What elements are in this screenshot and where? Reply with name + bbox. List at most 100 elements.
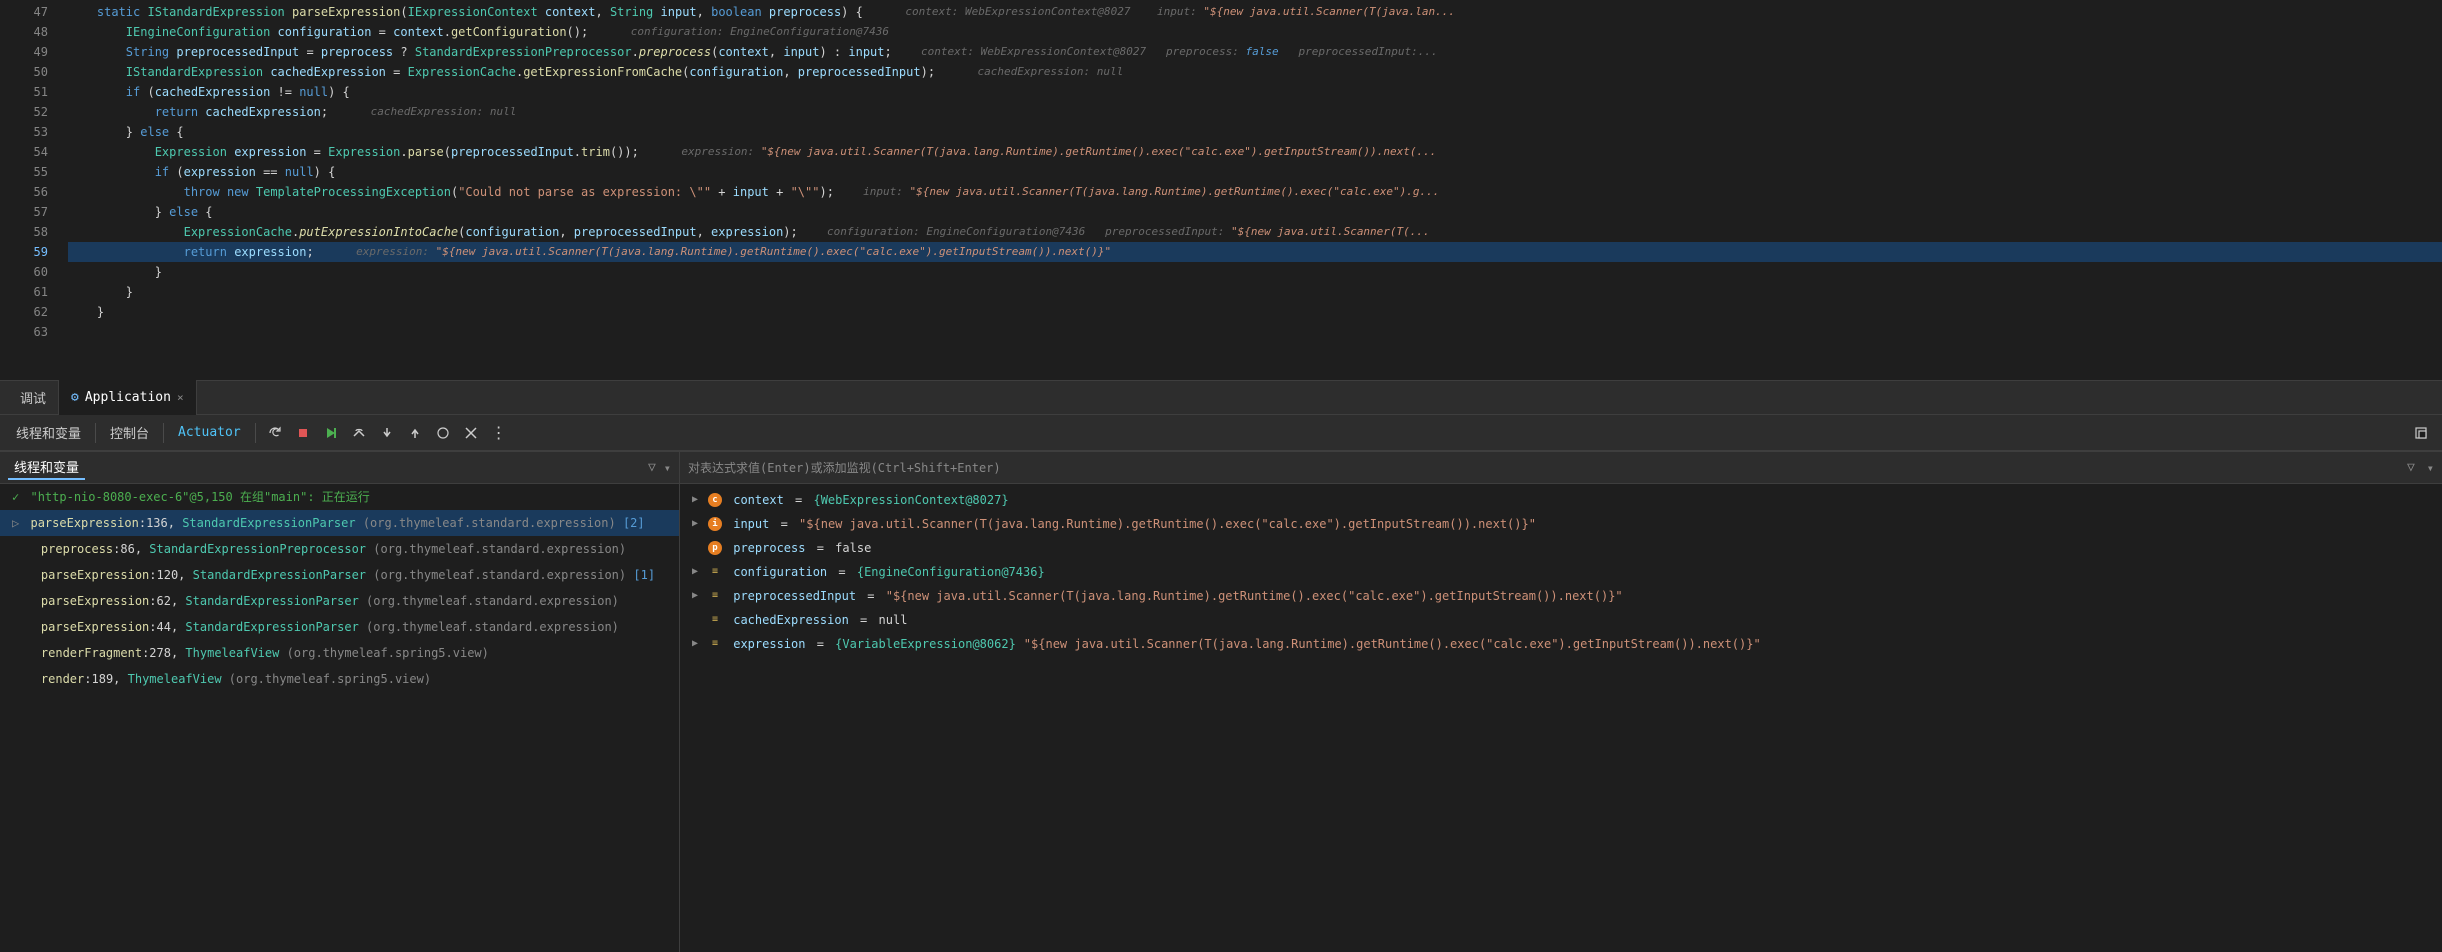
toolbar-step-into-btn[interactable] bbox=[374, 420, 400, 446]
var-name-expression: expression bbox=[726, 634, 805, 654]
toolbar-stop-btn[interactable] bbox=[290, 420, 316, 446]
line-num-61: 61 bbox=[0, 282, 48, 302]
eval-hint: 对表达式求值(Enter)或添加监视(Ctrl+Shift+Enter) bbox=[688, 459, 2403, 476]
code-line-59: return expression; expression: "${new ja… bbox=[68, 242, 2442, 262]
var-cached-expression[interactable]: ≡ cachedExpression = null bbox=[680, 608, 2442, 632]
vars-filter-icon[interactable]: ▽ bbox=[2407, 460, 2415, 475]
line-num-55: 55 bbox=[0, 162, 48, 182]
var-value-input: "${new java.util.Scanner(T(java.lang.Run… bbox=[799, 514, 1536, 534]
var-eq-preproc-input: = bbox=[860, 586, 882, 606]
thread-running-check: ✓ bbox=[12, 490, 19, 504]
toolbar-console-label[interactable]: 控制台 bbox=[102, 423, 157, 442]
thread-list[interactable]: ✓ "http-nio-8080-exec-6"@5,150 在组"main":… bbox=[0, 484, 679, 952]
code-line-58: ExpressionCache.putExpressionIntoCache(c… bbox=[68, 222, 2442, 242]
var-name-preproc-input: preprocessedInput bbox=[726, 586, 856, 606]
toolbar-actuator-label[interactable]: Actuator bbox=[170, 425, 249, 440]
line-num-47: 47 bbox=[0, 2, 48, 22]
line-num-58: 58 bbox=[0, 222, 48, 242]
var-preprocessed-input[interactable]: ▶ ≡ preprocessedInput = "${new java.util… bbox=[680, 584, 2442, 608]
thread-item-running[interactable]: ✓ "http-nio-8080-exec-6"@5,150 在组"main":… bbox=[0, 484, 679, 510]
thread-item-4[interactable]: parseExpression:44, StandardExpressionPa… bbox=[0, 614, 679, 640]
toolbar-maximize-btn[interactable] bbox=[2408, 420, 2434, 446]
threads-tab[interactable]: 线程和变量 bbox=[8, 455, 85, 480]
tab-application-label: Application bbox=[85, 390, 171, 405]
var-value-config: {EngineConfiguration@7436} bbox=[857, 562, 1045, 582]
line-num-56: 56 bbox=[0, 182, 48, 202]
code-line-56: throw new TemplateProcessingException("C… bbox=[68, 182, 2442, 202]
clear-icon bbox=[464, 426, 478, 440]
toolbar-step-out-btn[interactable] bbox=[402, 420, 428, 446]
threads-panel: 线程和变量 ▽ ▾ ✓ "http-nio-8080-exec-6"@5,150… bbox=[0, 452, 680, 952]
var-eq-cached: = bbox=[853, 610, 875, 630]
var-context[interactable]: ▶ c context = {WebExpressionContext@8027… bbox=[680, 488, 2442, 512]
var-expand-config[interactable]: ▶ bbox=[692, 562, 704, 582]
vars-dropdown-icon[interactable]: ▾ bbox=[2427, 461, 2434, 475]
var-expand-expression[interactable]: ▶ bbox=[692, 634, 704, 654]
var-icon-preprocess: p bbox=[708, 541, 722, 555]
var-icon-cached: ≡ bbox=[708, 613, 722, 627]
resume-icon bbox=[324, 426, 338, 440]
var-eq-expression: = bbox=[809, 634, 831, 654]
thread-item-6[interactable]: render:189, ThymeleafView (org.thymeleaf… bbox=[0, 666, 679, 692]
var-value-preproc-input: "${new java.util.Scanner(T(java.lang.Run… bbox=[886, 586, 1623, 606]
thread-item-2[interactable]: parseExpression:120, StandardExpressionP… bbox=[0, 562, 679, 588]
var-name-config: configuration bbox=[726, 562, 827, 582]
toolbar-clear-btn[interactable] bbox=[458, 420, 484, 446]
var-value-cached: null bbox=[879, 610, 908, 630]
var-input[interactable]: ▶ i input = "${new java.util.Scanner(T(j… bbox=[680, 512, 2442, 536]
var-value-context: {WebExpressionContext@8027} bbox=[813, 490, 1008, 510]
var-expression[interactable]: ▶ ≡ expression = {VariableExpression@806… bbox=[680, 632, 2442, 656]
tab-application[interactable]: ⚙ Application × bbox=[59, 380, 197, 415]
var-configuration[interactable]: ▶ ≡ configuration = {EngineConfiguration… bbox=[680, 560, 2442, 584]
var-name-cached: cachedExpression bbox=[726, 610, 849, 630]
tab-debug[interactable]: 调试 bbox=[8, 380, 59, 415]
toolbar-mute-btn[interactable] bbox=[430, 420, 456, 446]
threads-filter-icon[interactable]: ▽ bbox=[648, 460, 656, 475]
toolbar-threads-label[interactable]: 线程和变量 bbox=[8, 423, 89, 442]
toolbar-sep-1 bbox=[95, 423, 96, 443]
variable-list[interactable]: ▶ c context = {WebExpressionContext@8027… bbox=[680, 484, 2442, 952]
mute-icon bbox=[436, 426, 450, 440]
var-expand-preproc-input[interactable]: ▶ bbox=[692, 586, 704, 606]
step-into-icon bbox=[380, 426, 394, 440]
line-num-62: 62 bbox=[0, 302, 48, 322]
var-eq-preprocess: = bbox=[809, 538, 831, 558]
tab-debug-label: 调试 bbox=[20, 388, 46, 407]
toolbar: 线程和变量 控制台 Actuator bbox=[0, 415, 2442, 451]
thread-item-1[interactable]: preprocess:86, StandardExpressionPreproc… bbox=[0, 536, 679, 562]
code-content[interactable]: static IStandardExpression parseExpressi… bbox=[60, 0, 2442, 380]
code-line-52: return cachedExpression; cachedExpressio… bbox=[68, 102, 2442, 122]
toolbar-resume-btn[interactable] bbox=[318, 420, 344, 446]
var-expand-preprocess bbox=[692, 538, 704, 558]
thread-selected-text: parseExpression:136, StandardExpressionP… bbox=[30, 516, 644, 530]
threads-panel-header: 线程和变量 ▽ ▾ bbox=[0, 452, 679, 484]
threads-dropdown-icon[interactable]: ▾ bbox=[664, 461, 671, 475]
var-value-preprocess: false bbox=[835, 538, 871, 558]
line-num-50: 50 bbox=[0, 62, 48, 82]
line-num-57: 57 bbox=[0, 202, 48, 222]
line-num-54: 54 bbox=[0, 142, 48, 162]
application-tab-icon: ⚙ bbox=[71, 390, 79, 405]
maximize-icon bbox=[2414, 426, 2428, 440]
thread-item-3[interactable]: parseExpression:62, StandardExpressionPa… bbox=[0, 588, 679, 614]
tab-close-button[interactable]: × bbox=[177, 391, 184, 404]
toolbar-sep-2 bbox=[163, 423, 164, 443]
var-icon-expression: ≡ bbox=[708, 637, 722, 651]
toolbar-refresh-btn[interactable] bbox=[262, 420, 288, 446]
line-numbers: 47 48 49 50 51 52 53 54 55 56 57 58 59 6… bbox=[0, 0, 60, 380]
var-icon-config: ≡ bbox=[708, 565, 722, 579]
thread-item-selected[interactable]: ▷ parseExpression:136, StandardExpressio… bbox=[0, 510, 679, 536]
var-expand-input[interactable]: ▶ bbox=[692, 514, 704, 534]
var-name-context: context bbox=[726, 490, 784, 510]
code-line-63 bbox=[68, 322, 2442, 342]
step-out-icon bbox=[408, 426, 422, 440]
toolbar-more-btn[interactable]: ⋮ bbox=[486, 420, 512, 446]
var-preprocess[interactable]: p preprocess = false bbox=[680, 536, 2442, 560]
code-line-62: } bbox=[68, 302, 2442, 322]
toolbar-step-over-btn[interactable] bbox=[346, 420, 372, 446]
code-line-47: static IStandardExpression parseExpressi… bbox=[68, 2, 2442, 22]
var-expand-context[interactable]: ▶ bbox=[692, 490, 704, 510]
var-icon-context: c bbox=[708, 493, 722, 507]
var-name-input: input bbox=[726, 514, 769, 534]
thread-item-5[interactable]: renderFragment:278, ThymeleafView (org.t… bbox=[0, 640, 679, 666]
